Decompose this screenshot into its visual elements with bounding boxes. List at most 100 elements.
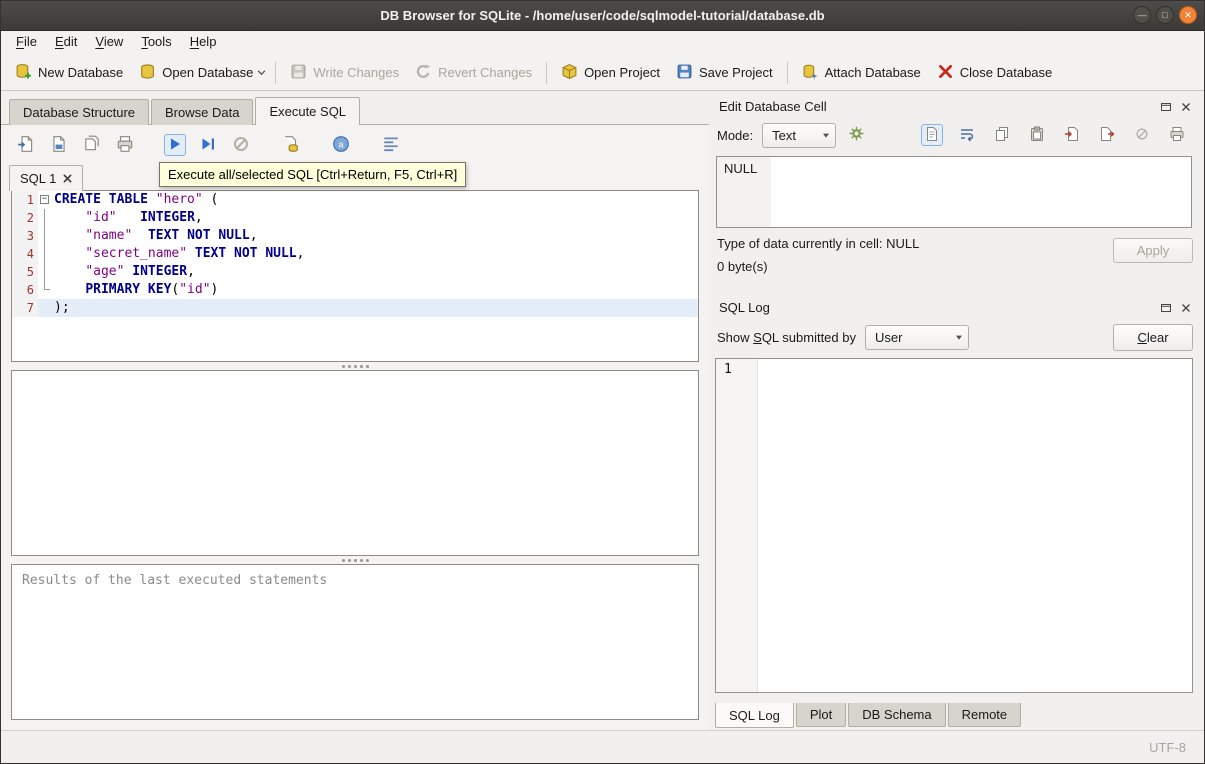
toolbar-separator (275, 61, 277, 84)
save-project-button[interactable]: Save Project (668, 58, 781, 88)
save-sql-file-button[interactable] (48, 134, 70, 156)
save-project-label: Save Project (698, 65, 773, 80)
edit-cell-title: Edit Database Cell (719, 99, 827, 114)
tab-database-structure[interactable]: Database Structure (9, 99, 150, 125)
paste-cell-button[interactable] (1026, 124, 1048, 146)
cell-value-editor[interactable]: NULL (716, 156, 1192, 228)
tab-plot[interactable]: Plot (795, 703, 847, 727)
export-results-button[interactable] (280, 134, 302, 156)
write-changes-button: Write Changes (282, 58, 407, 88)
menu-view[interactable]: View (86, 31, 132, 55)
tab-remote[interactable]: Remote (947, 703, 1022, 727)
editor-line[interactable]: 4 "secret_name" TEXT NOT NULL, (12, 245, 698, 263)
fold-margin[interactable]: − (38, 191, 52, 209)
toolbar-separator (786, 61, 788, 84)
revert-changes-button: Revert Changes (407, 58, 540, 88)
code-text: PRIMARY KEY("id") (85, 282, 219, 297)
import-cell-data-button[interactable] (1061, 124, 1083, 146)
close-button[interactable]: ✕ (1179, 6, 1197, 24)
encoding-indicator[interactable]: UTF-8 (1149, 740, 1186, 755)
new-database-button[interactable]: New Database (7, 58, 131, 88)
text-document-icon (924, 126, 940, 145)
menu-edit[interactable]: Edit (46, 31, 86, 55)
execute-all-button[interactable] (164, 134, 186, 156)
log-line-number: 1 (716, 359, 758, 692)
open-database-label: Open Database (162, 65, 254, 80)
auto-switch-mode-button[interactable] (845, 124, 867, 146)
close-dock-icon[interactable] (1179, 301, 1193, 315)
execute-current-line-icon (200, 136, 216, 155)
fold-margin (38, 245, 52, 263)
print-icon (1169, 126, 1185, 145)
open-database-dropdown[interactable] (257, 63, 269, 82)
open-project-label: Open Project (584, 65, 660, 80)
editor-line[interactable]: 3 "name" TEXT NOT NULL, (12, 227, 698, 245)
open-database-button[interactable]: Open Database (131, 58, 261, 88)
revert-changes-label: Revert Changes (438, 65, 533, 80)
maximize-button[interactable]: □ (1156, 6, 1174, 24)
line-number: 5 (12, 263, 38, 281)
editor-line[interactable]: 6 PRIMARY KEY("id") (12, 281, 698, 299)
stop-execution-button (230, 134, 252, 156)
chevron-down-icon (258, 70, 266, 76)
export-results-icon (282, 135, 300, 156)
find-replace-button[interactable]: a (330, 134, 352, 156)
set-null-button[interactable] (1131, 124, 1153, 146)
open-sql-file-button[interactable] (15, 134, 37, 156)
mode-combobox[interactable]: Text (762, 122, 837, 148)
close-tab-icon[interactable] (63, 171, 72, 186)
word-wrap-button[interactable] (956, 124, 978, 146)
editor-line[interactable]: 1− CREATE TABLE "hero" ( (12, 191, 698, 209)
sql-log-dock-header: SQL Log (713, 292, 1195, 319)
text-mode-toggle-button[interactable] (921, 124, 943, 146)
execute-current-line-button[interactable] (197, 134, 219, 156)
log-filter-value: User (875, 329, 903, 345)
menu-file[interactable]: File (7, 31, 46, 55)
print-sql-button[interactable] (114, 134, 136, 156)
window-controls: ― □ ✕ (1133, 6, 1197, 24)
export-cell-data-button[interactable] (1096, 124, 1118, 146)
auto-format-button[interactable] (380, 134, 402, 156)
results-grid[interactable] (11, 370, 699, 556)
edit-cell-mode-row: Mode: Text (713, 118, 1195, 152)
editor-line[interactable]: 7); (12, 299, 698, 317)
float-dock-icon[interactable] (1159, 100, 1173, 114)
log-filter-combobox[interactable]: User (865, 324, 969, 350)
splitter-handle[interactable] (1, 556, 709, 564)
close-dock-icon[interactable] (1179, 100, 1193, 114)
close-database-icon (937, 63, 954, 83)
sql-doc-tab[interactable]: SQL 1 (9, 165, 84, 191)
close-database-button[interactable]: Close Database (929, 58, 1061, 88)
menu-help[interactable]: Help (181, 31, 226, 55)
copy-cell-button[interactable] (991, 124, 1013, 146)
save-sql-as-button[interactable] (81, 134, 103, 156)
editor-line[interactable]: 5 "age" INTEGER, (12, 263, 698, 281)
minimize-button[interactable]: ― (1133, 6, 1151, 24)
sql-editor[interactable]: 1− CREATE TABLE "hero" (2 "id" INTEGER, 3 … (11, 190, 699, 362)
stop-icon (233, 136, 249, 155)
float-dock-icon[interactable] (1159, 301, 1173, 315)
word-wrap-icon (959, 126, 975, 145)
bottom-dock-tabbar: SQL Log Plot DB Schema Remote (713, 703, 1195, 730)
clear-log-button[interactable]: Clear (1113, 323, 1193, 351)
tab-db-schema[interactable]: DB Schema (848, 703, 946, 727)
editor-line[interactable]: 2 "id" INTEGER, (12, 209, 698, 227)
titlebar[interactable]: DB Browser for SQLite - /home/user/code/… (1, 1, 1204, 31)
write-changes-label: Write Changes (313, 65, 400, 80)
print-cell-button[interactable] (1166, 124, 1188, 146)
menu-tools[interactable]: Tools (132, 31, 180, 55)
execute-sql-panel: a SQL 1 1− CREATE TABLE "hero" (2 "id" IN… (1, 124, 709, 730)
copy-icon (994, 126, 1010, 145)
sql-log-area[interactable]: 1 (715, 358, 1193, 693)
import-icon (1064, 126, 1080, 145)
splitter-handle[interactable] (1, 362, 709, 370)
statusbar: UTF-8 (1, 730, 1204, 763)
sql-log-controls: Show SQL submitted by User Clear (713, 319, 1195, 355)
edit-cell-toolbar (921, 124, 1191, 146)
tab-sql-log[interactable]: SQL Log (715, 703, 794, 728)
tab-browse-data[interactable]: Browse Data (151, 99, 254, 125)
open-project-button[interactable]: Open Project (553, 58, 668, 88)
export-icon (1099, 126, 1115, 145)
attach-database-button[interactable]: Attach Database (794, 58, 929, 88)
tab-execute-sql[interactable]: Execute SQL (255, 97, 361, 125)
